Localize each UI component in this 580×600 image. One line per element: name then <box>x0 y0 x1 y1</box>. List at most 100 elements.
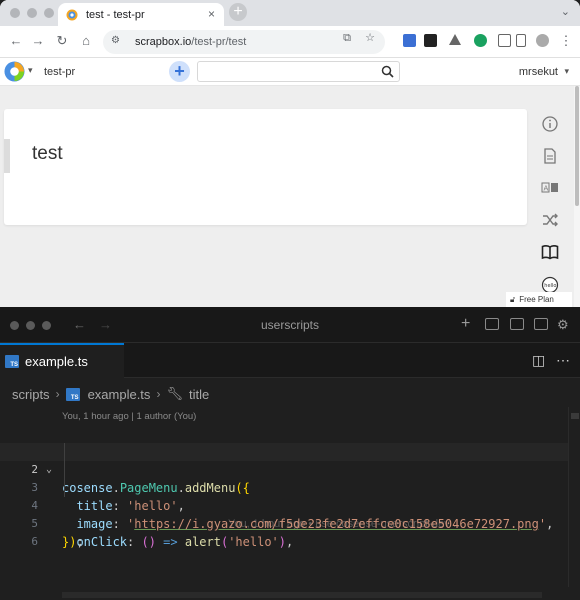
minimize-window-button[interactable] <box>27 8 37 18</box>
indent-guide <box>64 479 65 497</box>
scrapbox-logo-icon[interactable] <box>4 61 25 82</box>
editor-vertical-scrollbar[interactable] <box>568 407 580 587</box>
editor-horizontal-scrollbar[interactable] <box>62 592 542 598</box>
extensions-puzzle-icon[interactable] <box>498 34 511 47</box>
code-line[interactable]: 3 image: 'https://i.gyazo.com/f5de23fe2d… <box>0 461 568 531</box>
browser-toolbar: ← → ↻ ⌂ ⚙ scrapbox.io/test-pr/test ⧉ ☆ ⋮ <box>0 26 580 58</box>
indent-guide <box>64 461 65 479</box>
scrollbar-marker <box>571 413 579 419</box>
code-line-current[interactable]: 2 title: 'hello', You, 1 hour ago • use … <box>0 443 568 530</box>
token: , <box>286 535 294 549</box>
free-plan-label: Free Plan <box>519 295 554 304</box>
wrench-icon: 🔧︎ <box>166 386 183 401</box>
tab-title: test - test-pr <box>86 8 145 21</box>
extension-2-icon[interactable] <box>424 34 437 47</box>
tab-label: example.ts <box>25 354 88 369</box>
project-switch-chevron-icon[interactable]: ▾ <box>28 65 33 76</box>
code-text: onClick: () => alert('hello'), <box>62 533 293 551</box>
new-page-button[interactable]: + <box>169 61 190 82</box>
maximize-window-button[interactable] <box>44 8 54 18</box>
user-menu-chevron-icon[interactable]: ▾ <box>564 66 569 77</box>
git-blame-codelens[interactable]: You, 1 hour ago | 1 author (You) <box>62 411 196 422</box>
scrapbox-page-area: test A hello 🔓︎ Free Plan <box>0 86 580 307</box>
close-window-button[interactable] <box>10 8 20 18</box>
project-name[interactable]: test-pr <box>44 66 75 78</box>
toggle-panel-icon[interactable] <box>510 318 524 330</box>
profile-avatar[interactable] <box>536 34 549 47</box>
code-line[interactable]: 4 onClick: () => alert('hello'), <box>0 479 568 549</box>
breadcrumb: scripts › TS example.ts › 🔧︎ title <box>12 384 209 404</box>
token: onClick <box>76 535 128 549</box>
user-menu[interactable]: mrsekut <box>519 66 558 78</box>
code-line[interactable]: 5 }); <box>0 497 568 549</box>
typescript-file-icon: TS <box>5 355 19 368</box>
forward-arrow-icon[interactable]: → <box>30 33 46 49</box>
breadcrumb-symbol[interactable]: title <box>189 387 209 402</box>
browser-window: test - test-pr × + ⌄ ← → ↻ ⌂ ⚙ scrapbox.… <box>0 0 580 307</box>
token: 'hello' <box>228 535 279 549</box>
site-settings-icon[interactable]: ⚙ <box>111 35 125 49</box>
vscode-titlebar: ← → userscripts + ⚙ <box>0 307 580 343</box>
settings-gear-icon[interactable]: ⚙ <box>557 317 569 333</box>
toggle-secondary-sidebar-icon[interactable] <box>534 318 548 330</box>
window-controls <box>10 8 54 18</box>
scrapbox-header: ▾ test-pr + mrsekut ▾ <box>0 58 580 86</box>
code-text: }); <box>62 533 84 551</box>
info-icon[interactable] <box>541 115 559 133</box>
tab-example-ts[interactable]: TS example.ts <box>0 343 124 378</box>
shuffle-icon[interactable] <box>541 211 559 229</box>
line-cursor-bar <box>4 139 10 173</box>
home-icon[interactable]: ⌂ <box>78 33 94 49</box>
extension-1-icon[interactable] <box>403 34 416 47</box>
token: () <box>141 535 156 549</box>
page-scrollbar-thumb[interactable] <box>575 86 579 206</box>
new-tab-button[interactable]: + <box>229 3 247 21</box>
line-number: 6 <box>31 535 38 548</box>
vscode-window: ← → userscripts + ⚙ TS example.ts ◫ ⋯ sc… <box>0 307 580 600</box>
breadcrumb-typescript-icon: TS <box>65 387 80 401</box>
search-icon[interactable] <box>381 65 394 78</box>
svg-text:A: A <box>544 185 549 193</box>
token: alert <box>184 535 221 549</box>
browser-tab[interactable]: test - test-pr × <box>58 3 224 26</box>
search-input[interactable] <box>197 61 400 82</box>
indent-guide <box>64 443 65 461</box>
back-arrow-icon[interactable]: ← <box>8 33 24 49</box>
token: ) <box>278 535 287 549</box>
tab-search-chevron-icon[interactable]: ⌄ <box>561 5 570 18</box>
tab-close-icon[interactable]: × <box>208 7 215 21</box>
more-actions-icon[interactable]: ⋯ <box>556 352 570 369</box>
code-line[interactable]: 1 ⌄ cosense.PageMenu.addMenu({ <box>0 425 568 495</box>
lock-icon: 🔓︎ <box>510 294 516 304</box>
free-plan-badge[interactable]: 🔓︎ Free Plan <box>506 292 572 307</box>
page-title[interactable]: test <box>32 143 63 165</box>
scrapbox-favicon-icon <box>66 9 78 20</box>
translate-icon[interactable]: A <box>541 179 559 197</box>
breadcrumb-separator-icon: › <box>55 387 60 401</box>
split-editor-icon[interactable]: ◫ <box>532 352 545 369</box>
url-host: scrapbox.io <box>135 36 192 48</box>
page-editor-card[interactable]: test <box>4 109 527 225</box>
breadcrumb-separator-icon: › <box>156 387 161 401</box>
token: : <box>127 535 142 549</box>
token: ; <box>76 535 84 549</box>
editor-tabs: TS example.ts ◫ ⋯ <box>0 343 580 378</box>
extension-3-icon[interactable] <box>449 34 461 45</box>
page-document-icon[interactable] <box>541 147 559 165</box>
bookmark-star-icon[interactable]: ☆ <box>363 31 377 45</box>
page-scrollbar[interactable] <box>574 86 580 307</box>
toggle-sidebar-icon[interactable] <box>485 318 499 330</box>
code-line[interactable]: 6 <box>0 515 568 548</box>
breadcrumb-folder[interactable]: scripts <box>12 387 50 402</box>
new-chat-plus-icon[interactable]: + <box>461 315 470 333</box>
install-app-icon[interactable]: ⧉ <box>340 31 354 45</box>
code-editor[interactable]: 1 ⌄ cosense.PageMenu.addMenu({ 2 title: … <box>0 425 568 549</box>
breadcrumb-file[interactable]: example.ts <box>88 387 151 402</box>
reload-icon[interactable]: ↻ <box>54 33 70 49</box>
side-panel-icon[interactable] <box>516 34 526 47</box>
url-path: /test-pr/test <box>191 36 247 48</box>
token: => <box>155 535 185 549</box>
browser-menu-icon[interactable]: ⋮ <box>558 33 574 49</box>
open-book-icon[interactable] <box>541 243 559 261</box>
extension-4-icon[interactable] <box>474 34 487 47</box>
